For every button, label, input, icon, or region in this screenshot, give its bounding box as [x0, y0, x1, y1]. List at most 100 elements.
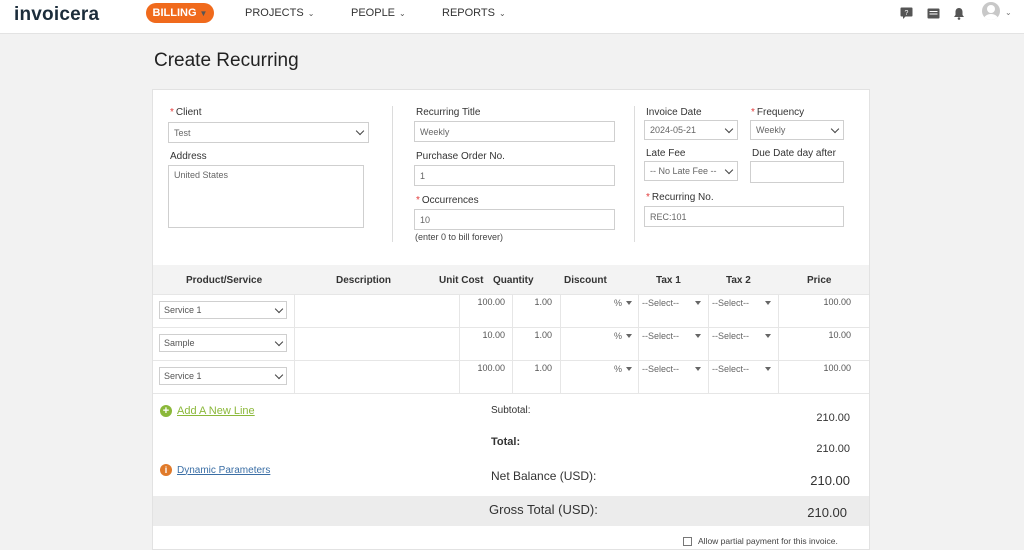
column-divider [778, 295, 779, 393]
late-fee-value: -- No Late Fee -- [650, 166, 717, 176]
due-date-input[interactable] [750, 161, 844, 183]
discount-type-select[interactable]: % [614, 298, 633, 308]
quantity-input[interactable]: 1.00 [515, 363, 552, 373]
dynamic-parameters-label: Dynamic Parameters [177, 464, 271, 476]
invoice-date-label: Invoice Date [646, 107, 702, 118]
subtotal-value: 210.00 [816, 412, 850, 424]
brand-logo[interactable]: invoicera [14, 4, 99, 26]
column-divider [459, 295, 460, 393]
nav-reports-label: REPORTS [442, 7, 495, 19]
purchase-order-input[interactable]: 1 [414, 165, 615, 186]
tax1-select[interactable]: --Select-- [642, 298, 702, 308]
caret-down-icon [626, 334, 633, 338]
nav-people[interactable]: PEOPLE ⌄ [351, 7, 406, 19]
column-header-quantity: Quantity [493, 275, 534, 286]
chevron-down-icon: ⌄ [307, 8, 315, 18]
client-select[interactable]: Test [168, 122, 369, 143]
user-avatar-icon[interactable] [982, 2, 1000, 20]
chevron-down-icon [355, 126, 365, 136]
nav-billing[interactable]: BILLING ▼ [146, 3, 214, 23]
nav-people-label: PEOPLE [351, 7, 396, 19]
gross-total-band: Gross Total (USD): 210.00 [153, 496, 869, 526]
gross-total-label: Gross Total (USD): [489, 502, 598, 517]
caret-down-icon [626, 367, 633, 371]
dynamic-parameters-link[interactable]: i Dynamic Parameters [160, 464, 270, 476]
recurring-title-input[interactable]: Weekly [414, 121, 615, 142]
occurrences-input[interactable]: 10 [414, 209, 615, 230]
messages-icon[interactable] [925, 6, 941, 20]
page-title: Create Recurring [154, 50, 299, 71]
recurring-no-label: * Recurring No. [646, 192, 714, 203]
total-label: Total: [491, 436, 521, 448]
frequency-select[interactable]: Weekly [750, 120, 844, 140]
column-divider [512, 295, 513, 393]
address-value: United States [174, 170, 229, 180]
unit-cost-input[interactable]: 100.00 [463, 363, 505, 373]
occurrences-hint: (enter 0 to bill forever) [415, 232, 504, 242]
partial-payment-checkbox[interactable] [683, 536, 692, 546]
caret-down-icon [695, 334, 702, 338]
chevron-down-icon [274, 304, 284, 313]
recurring-title-label: Recurring Title [416, 107, 481, 118]
row-divider [153, 393, 869, 394]
items-table-header: Product/Service Description Unit Cost Qu… [153, 265, 869, 295]
late-fee-label: Late Fee [646, 148, 686, 159]
chevron-down-icon [830, 124, 840, 133]
tax1-select[interactable]: --Select-- [642, 364, 702, 374]
column-divider [638, 295, 639, 393]
unit-cost-input[interactable]: 10.00 [463, 330, 505, 340]
partial-payment-option[interactable]: Allow partial payment for this invoice. [683, 536, 838, 546]
nav-projects[interactable]: PROJECTS ⌄ [245, 7, 314, 19]
product-select[interactable]: Service 1 [159, 367, 287, 385]
client-value: Test [174, 127, 191, 138]
add-new-line-button[interactable]: + Add A New Line [160, 405, 255, 417]
plus-icon: + [160, 405, 172, 417]
top-navbar: invoicera BILLING ▼ PROJECTS ⌄ PEOPLE ⌄ … [0, 0, 1024, 34]
product-select[interactable]: Service 1 [159, 301, 287, 319]
chevron-down-icon[interactable]: ⌄ [1005, 8, 1012, 17]
client-label: * Client [170, 107, 202, 118]
nav-reports[interactable]: REPORTS ⌄ [442, 7, 506, 19]
discount-type-select[interactable]: % [614, 331, 633, 341]
column-divider [392, 106, 393, 242]
net-balance-label: Net Balance (USD): [491, 469, 597, 483]
recurring-no-input[interactable]: REC:101 [644, 206, 844, 227]
occurrences-label: * Occurrences [416, 195, 479, 206]
chevron-down-icon [724, 165, 734, 174]
tax2-select[interactable]: --Select-- [712, 364, 772, 374]
column-header-discount: Discount [564, 275, 607, 286]
quantity-input[interactable]: 1.00 [515, 330, 552, 340]
discount-type-select[interactable]: % [614, 364, 633, 374]
column-divider [708, 295, 709, 393]
tax2-select[interactable]: --Select-- [712, 298, 772, 308]
product-select[interactable]: Sample [159, 334, 287, 352]
column-divider [634, 106, 635, 242]
help-chat-icon[interactable]: ? [898, 6, 914, 20]
caret-down-icon [695, 301, 702, 305]
column-divider [560, 295, 561, 393]
address-label: Address [170, 151, 207, 162]
product-value: Sample [164, 338, 195, 348]
address-textarea[interactable]: United States [168, 165, 364, 228]
row-divider [153, 327, 869, 328]
chevron-down-icon: ⌄ [498, 8, 506, 18]
partial-payment-label: Allow partial payment for this invoice. [698, 536, 838, 546]
invoice-date-value: 2024-05-21 [650, 125, 697, 135]
unit-cost-input[interactable]: 100.00 [463, 297, 505, 307]
chevron-down-icon: ⌄ [399, 8, 406, 18]
bell-icon[interactable] [951, 6, 967, 20]
quantity-input[interactable]: 1.00 [515, 297, 552, 307]
caret-down-icon [765, 334, 772, 338]
invoice-date-select[interactable]: 2024-05-21 [644, 120, 738, 140]
tax2-select[interactable]: --Select-- [712, 331, 772, 341]
nav-billing-label: BILLING [152, 7, 197, 19]
caret-down-icon [765, 367, 772, 371]
total-value: 210.00 [816, 443, 850, 455]
net-balance-value: 210.00 [810, 473, 850, 488]
tax1-select[interactable]: --Select-- [642, 331, 702, 341]
price-value: 100.00 [823, 363, 851, 373]
row-divider [153, 360, 869, 361]
chevron-down-icon [274, 370, 284, 379]
chevron-down-icon: ▼ [199, 8, 208, 18]
late-fee-select[interactable]: -- No Late Fee -- [644, 161, 738, 181]
